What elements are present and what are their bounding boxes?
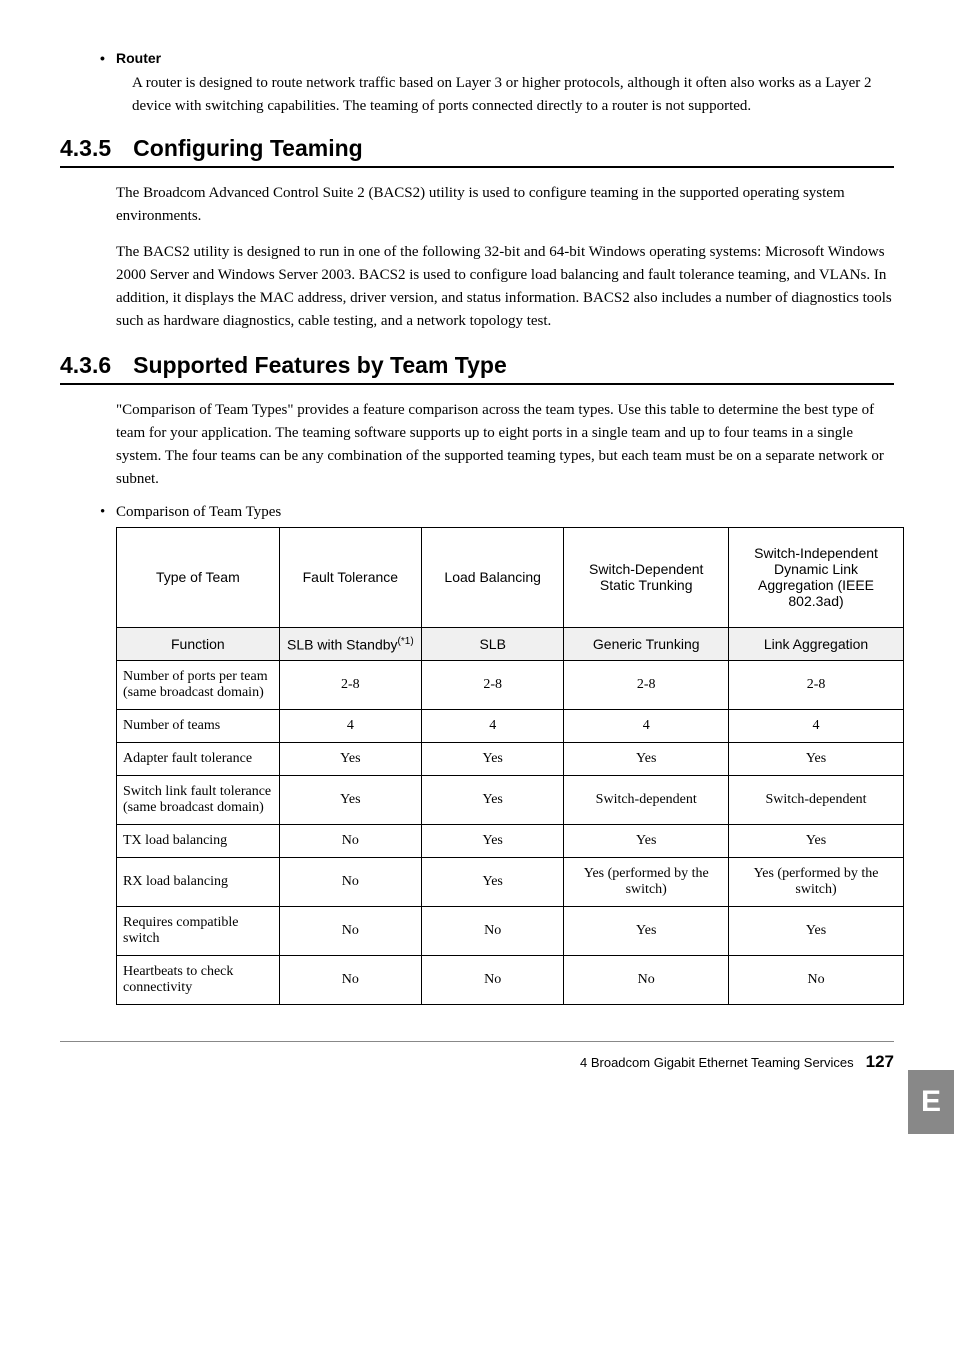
func-c1: SLB with Standby(*1) (279, 627, 421, 661)
cell: 2-8 (279, 661, 421, 710)
page-footer: 4 Broadcom Gigabit Ethernet Teaming Serv… (60, 1041, 894, 1072)
cell-label: Number of ports per team (same broadcast… (117, 661, 280, 710)
sec436-p1: "Comparison of Team Types" provides a fe… (116, 399, 894, 492)
cell: Yes (422, 743, 564, 776)
cell: 4 (279, 710, 421, 743)
cell: Yes (422, 776, 564, 825)
cell: Yes (279, 776, 421, 825)
footer-chapter: 4 Broadcom Gigabit Ethernet Teaming Serv… (580, 1055, 854, 1070)
cell: 2-8 (729, 661, 904, 710)
table-row: Adapter fault tolerance Yes Yes Yes Yes (117, 743, 904, 776)
th-fault: Fault Tolerance (279, 527, 421, 627)
heading-4-3-5: 4.3.5 Configuring Teaming (60, 135, 894, 168)
func-c3: Generic Trunking (564, 627, 729, 661)
cell: Yes (729, 743, 904, 776)
cell: No (422, 956, 564, 1005)
cell: No (279, 956, 421, 1005)
router-bullet: Router A router is designed to route net… (116, 50, 894, 117)
cell: Yes (performed by the switch) (564, 858, 729, 907)
heading-number: 4.3.5 (60, 135, 111, 162)
cell: Yes (564, 743, 729, 776)
cell-label: Heartbeats to check connectivity (117, 956, 280, 1005)
sec435-p2: The BACS2 utility is designed to run in … (116, 241, 894, 334)
table-row: Heartbeats to check connectivity No No N… (117, 956, 904, 1005)
cell: Switch-dependent (729, 776, 904, 825)
footnote-marker: (*1) (398, 636, 414, 647)
table-row: Number of ports per team (same broadcast… (117, 661, 904, 710)
table-row: Number of teams 4 4 4 4 (117, 710, 904, 743)
router-body: A router is designed to route network tr… (132, 72, 894, 117)
table-header-row: Type of Team Fault Tolerance Load Balanc… (117, 527, 904, 627)
heading-4-3-6: 4.3.6 Supported Features by Team Type (60, 352, 894, 385)
cell-label: Adapter fault tolerance (117, 743, 280, 776)
heading-number: 4.3.6 (60, 352, 111, 379)
section-tab: E (908, 1070, 954, 1134)
table-row: TX load balancing No Yes Yes Yes (117, 825, 904, 858)
table-row: RX load balancing No Yes Yes (performed … (117, 858, 904, 907)
table-row: Switch link fault tolerance (same broadc… (117, 776, 904, 825)
func-c0: Function (117, 627, 280, 661)
cell: No (422, 907, 564, 956)
cell-label: Number of teams (117, 710, 280, 743)
cell: No (279, 825, 421, 858)
cell: No (564, 956, 729, 1005)
cell: Yes (564, 907, 729, 956)
sec435-p1: The Broadcom Advanced Control Suite 2 (B… (116, 182, 894, 229)
th-dynamic: Switch-Independent Dynamic Link Aggregat… (729, 527, 904, 627)
cell-label: TX load balancing (117, 825, 280, 858)
cell: Yes (422, 825, 564, 858)
th-load: Load Balancing (422, 527, 564, 627)
router-title: Router (116, 50, 894, 66)
cell: 4 (564, 710, 729, 743)
page-number: 127 (866, 1052, 894, 1072)
th-type: Type of Team (117, 527, 280, 627)
cell: Yes (729, 907, 904, 956)
heading-title: Supported Features by Team Type (133, 352, 507, 379)
cell: 2-8 (564, 661, 729, 710)
comparison-intro: Comparison of Team Types (116, 504, 894, 521)
cell: 4 (729, 710, 904, 743)
func-c4: Link Aggregation (729, 627, 904, 661)
cell-label: Switch link fault tolerance (same broadc… (117, 776, 280, 825)
heading-title: Configuring Teaming (133, 135, 363, 162)
cell: Switch-dependent (564, 776, 729, 825)
function-row: Function SLB with Standby(*1) SLB Generi… (117, 627, 904, 661)
cell: Yes (729, 825, 904, 858)
cell: Yes (422, 858, 564, 907)
cell-label: RX load balancing (117, 858, 280, 907)
cell: Yes (564, 825, 729, 858)
team-types-table: Type of Team Fault Tolerance Load Balanc… (116, 527, 904, 1006)
th-static: Switch-Dependent Static Trunking (564, 527, 729, 627)
cell: Yes (279, 743, 421, 776)
cell: Yes (performed by the switch) (729, 858, 904, 907)
cell: 4 (422, 710, 564, 743)
cell: No (279, 858, 421, 907)
cell: 2-8 (422, 661, 564, 710)
func-c2: SLB (422, 627, 564, 661)
cell: No (729, 956, 904, 1005)
table-row: Requires compatible switch No No Yes Yes (117, 907, 904, 956)
cell-label: Requires compatible switch (117, 907, 280, 956)
cell: No (279, 907, 421, 956)
